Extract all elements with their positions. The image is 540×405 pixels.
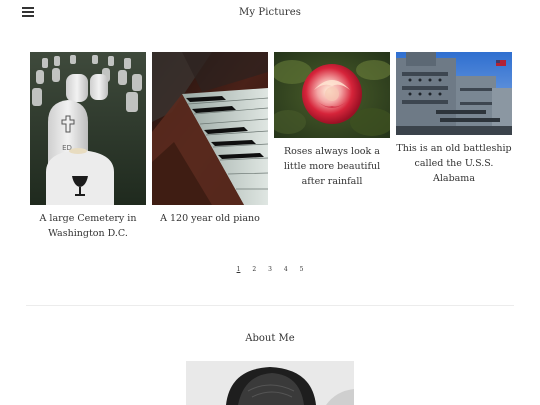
photo-gallery: ED A large Cemetery in Washington D.C. A… [30, 52, 512, 252]
piano-keys-photo[interactable] [152, 52, 268, 205]
photo-caption[interactable]: Roses always look a little more beautifu… [274, 144, 390, 189]
site-header: My Pictures [0, 0, 540, 28]
page-link-4[interactable]: 4 [284, 266, 288, 273]
page-link-1[interactable]: 1 [237, 266, 241, 273]
photo-caption[interactable]: A large Cemetery in Washington D.C. [30, 211, 146, 241]
section-divider [26, 305, 514, 306]
site-title[interactable]: My Pictures [0, 7, 540, 18]
cemetery-photo[interactable]: ED [30, 52, 146, 205]
about-heading: About Me [245, 333, 295, 344]
battleship-photo[interactable] [396, 52, 512, 135]
profile-photo [186, 361, 354, 405]
photo-caption[interactable]: A 120 year old piano [152, 211, 268, 226]
gallery-card[interactable]: ED A large Cemetery in Washington D.C. [30, 52, 146, 241]
page-link-2[interactable]: 2 [252, 266, 256, 273]
gallery-card[interactable]: A 120 year old piano [152, 52, 268, 226]
photo-caption[interactable]: This is an old battleship called the U.S… [396, 141, 512, 186]
pagination: 1 2 3 4 5 [0, 266, 540, 273]
rose-photo[interactable] [274, 52, 390, 138]
page-link-5[interactable]: 5 [300, 266, 304, 273]
gallery-card[interactable]: This is an old battleship called the U.S… [396, 52, 512, 186]
page-link-3[interactable]: 3 [268, 266, 272, 273]
gallery-card[interactable]: Roses always look a little more beautifu… [274, 52, 390, 189]
